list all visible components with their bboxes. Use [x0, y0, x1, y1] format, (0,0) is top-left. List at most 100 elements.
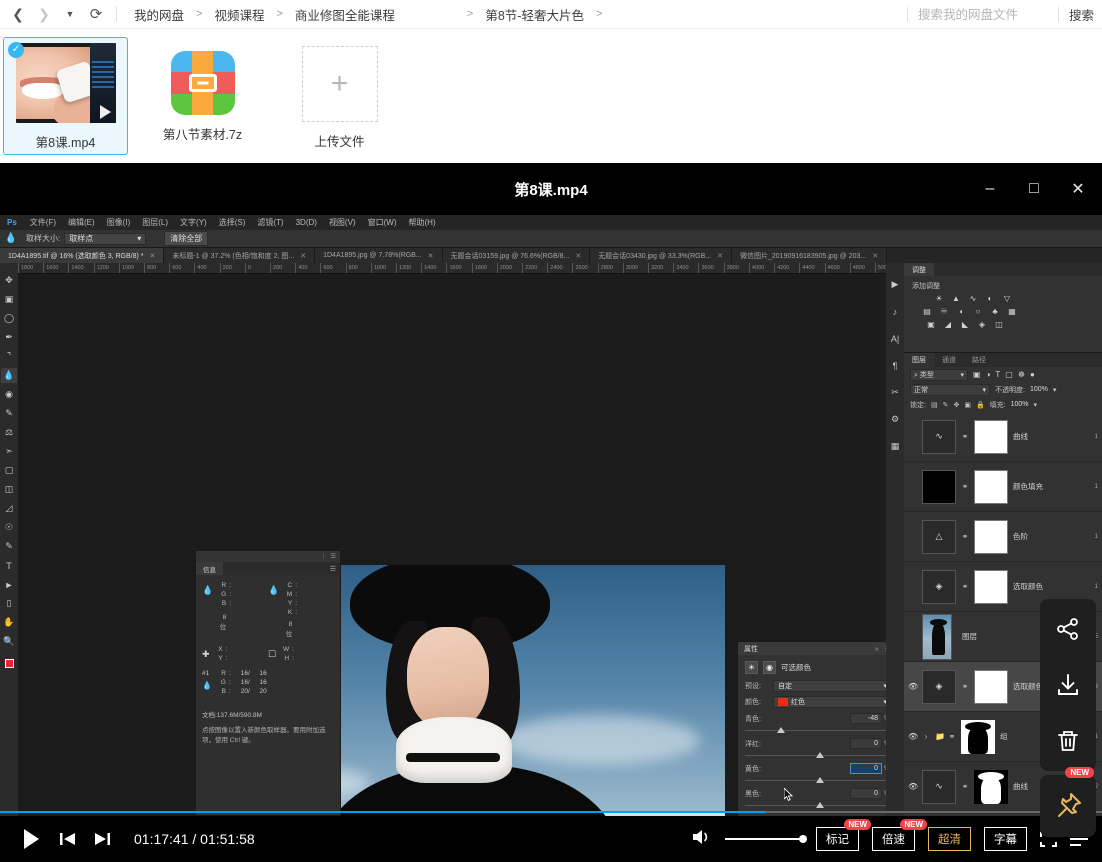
mask-icon[interactable]: ◉: [763, 661, 776, 674]
clear-all-button[interactable]: 清除全部: [164, 231, 209, 246]
eraser-icon[interactable]: ▢: [1, 463, 17, 478]
speed-button[interactable]: NEW 倍速: [872, 819, 927, 851]
history-icon[interactable]: ▶: [887, 277, 903, 292]
ps-tab-2[interactable]: 1D4A1895.jpg @ 7.78%(RGB... ✕: [315, 248, 443, 263]
layer-mask-thumbnail[interactable]: [974, 769, 1008, 804]
slider-knob[interactable]: [777, 727, 786, 733]
photo-filter-icon[interactable]: ○: [973, 307, 983, 316]
caret-down-icon[interactable]: ▼: [58, 2, 82, 26]
close-icon[interactable]: ✕: [717, 252, 723, 260]
ps-canvas[interactable]: ✧ ⋮ ☰ 信息 ☰ 💧 R:: [18, 274, 900, 862]
hue-sat-icon[interactable]: ▤: [922, 307, 932, 316]
file-card-upload[interactable]: + 上传文件: [277, 37, 402, 155]
breadcrumb-item-3[interactable]: 第8节-轻奢大片色: [476, 5, 593, 24]
quality-button[interactable]: 超清: [928, 827, 971, 851]
tab-layers[interactable]: 图层: [904, 353, 934, 367]
close-icon[interactable]: ✕: [1064, 175, 1092, 203]
marquee-icon[interactable]: ▣: [1, 292, 17, 307]
slider-knob[interactable]: [815, 777, 824, 783]
gradient-map-icon[interactable]: ◫: [994, 320, 1004, 329]
ps-menu-window[interactable]: 窗口(W): [362, 217, 403, 228]
selective-color-icon[interactable]: ◈: [977, 320, 987, 329]
history-brush-icon[interactable]: ➣: [1, 444, 17, 459]
curves-icon[interactable]: ∿: [968, 294, 978, 303]
share-icon[interactable]: [1052, 613, 1084, 645]
opacity-value[interactable]: 100%: [1030, 386, 1048, 393]
ps-menu-view[interactable]: 视图(V): [323, 217, 362, 228]
rectangle-icon[interactable]: ▯: [1, 596, 17, 611]
trash-icon[interactable]: [1052, 725, 1084, 757]
close-icon[interactable]: ✕: [150, 252, 156, 260]
refresh-icon[interactable]: ⟳: [84, 2, 108, 26]
vibrance-icon[interactable]: ▽: [1002, 294, 1012, 303]
brush-icon[interactable]: ✎: [1, 406, 17, 421]
smart-filter-icon[interactable]: ☸: [1018, 370, 1025, 379]
subtitle-button[interactable]: 字幕: [984, 827, 1027, 851]
bw-icon[interactable]: ◖: [956, 307, 966, 316]
layer-thumbnail[interactable]: ∿: [922, 769, 956, 804]
layer-mask-thumbnail[interactable]: [974, 519, 1008, 554]
invert-icon[interactable]: ▣: [926, 320, 936, 329]
slider-track[interactable]: [745, 726, 892, 735]
shape-filter-icon[interactable]: ▢: [1005, 370, 1013, 379]
ps-menu-file[interactable]: 文件(F): [24, 217, 62, 228]
ps-menu-edit[interactable]: 编辑(E): [62, 217, 101, 228]
ps-menu-type[interactable]: 文字(Y): [174, 217, 213, 228]
hand-icon[interactable]: ✋: [1, 615, 17, 630]
layer-thumbnail[interactable]: [922, 469, 956, 504]
eye-icon[interactable]: 👁: [908, 682, 918, 691]
layer-mask-thumbnail[interactable]: [974, 469, 1008, 504]
mark-button[interactable]: NEW 标记: [816, 819, 871, 851]
posterize-icon[interactable]: ◢: [943, 320, 953, 329]
maximize-icon[interactable]: □: [1020, 175, 1048, 203]
expand-icon[interactable]: ›: [922, 732, 930, 741]
color-lookup-icon[interactable]: ▦: [1007, 307, 1017, 316]
eye-icon[interactable]: 👁: [908, 782, 918, 791]
lock-position-icon[interactable]: ✥: [953, 401, 959, 409]
table-row[interactable]: ∿ ⚭ 曲线 1: [904, 412, 1102, 462]
zoom-icon[interactable]: 🔍: [1, 634, 17, 649]
pin-shortcut-button[interactable]: NEW: [1040, 767, 1096, 837]
chevron-down-icon[interactable]: ▾: [1053, 386, 1057, 394]
crop-icon[interactable]: ⌝: [1, 349, 17, 364]
ps-menu-select[interactable]: 选择(S): [213, 217, 252, 228]
eye-icon[interactable]: 👁: [908, 732, 918, 741]
layer-thumbnail[interactable]: ∿: [922, 419, 956, 454]
blur-icon[interactable]: ◿: [1, 501, 17, 516]
healing-icon[interactable]: ◉: [1, 387, 17, 402]
type-filter-icon[interactable]: T: [995, 370, 1000, 379]
lock-transparent-icon[interactable]: ▤: [931, 401, 938, 409]
ps-menu-image[interactable]: 图像(I): [101, 217, 137, 228]
close-icon[interactable]: ✕: [575, 252, 581, 260]
lock-image-icon[interactable]: ✎: [943, 401, 949, 409]
tools-icon[interactable]: ✂: [887, 385, 903, 400]
color-select[interactable]: 红色 ▾: [773, 696, 892, 708]
actions-icon[interactable]: ♪: [887, 304, 903, 319]
chevron-down-icon[interactable]: ▾: [1034, 401, 1038, 409]
volume-slider[interactable]: [725, 835, 807, 843]
next-button[interactable]: [92, 831, 112, 847]
clone-stamp-icon[interactable]: ⚖: [1, 425, 17, 440]
table-row[interactable]: ⚭ 颜色填充 1: [904, 462, 1102, 512]
panel-menu-icon[interactable]: ☰: [331, 553, 336, 560]
eyedropper-icon[interactable]: 💧: [0, 233, 22, 244]
layer-mask-thumbnail[interactable]: [974, 569, 1008, 604]
type-icon[interactable]: T: [1, 558, 17, 573]
ps-menu-layer[interactable]: 图层(L): [136, 217, 174, 228]
back-icon[interactable]: ❮: [6, 2, 30, 26]
preset-select[interactable]: 自定 ▾: [773, 680, 892, 692]
ps-tab-3[interactable]: 无题会话03159.jpg @ 76.6%(RGB/8... ✕: [442, 248, 591, 263]
dodge-icon[interactable]: ☉: [1, 520, 17, 535]
toggle-filter-icon[interactable]: ●: [1030, 370, 1035, 379]
quick-select-icon[interactable]: ✒: [1, 330, 17, 345]
color-balance-icon[interactable]: ♾: [939, 307, 949, 316]
layer-thumbnail[interactable]: ◈: [922, 569, 956, 604]
table-row[interactable]: △ ⚭ 色阶 1: [904, 512, 1102, 562]
tab-paths[interactable]: 路径: [964, 353, 994, 367]
search-button[interactable]: 搜索: [1059, 5, 1102, 24]
slider-value-input[interactable]: 0: [850, 763, 882, 774]
check-icon[interactable]: ✓: [8, 42, 24, 58]
info-panel-tab[interactable]: 信息: [196, 562, 223, 575]
layer-mask-thumbnail[interactable]: [974, 419, 1008, 454]
layer-thumbnail[interactable]: ◈: [922, 669, 956, 704]
